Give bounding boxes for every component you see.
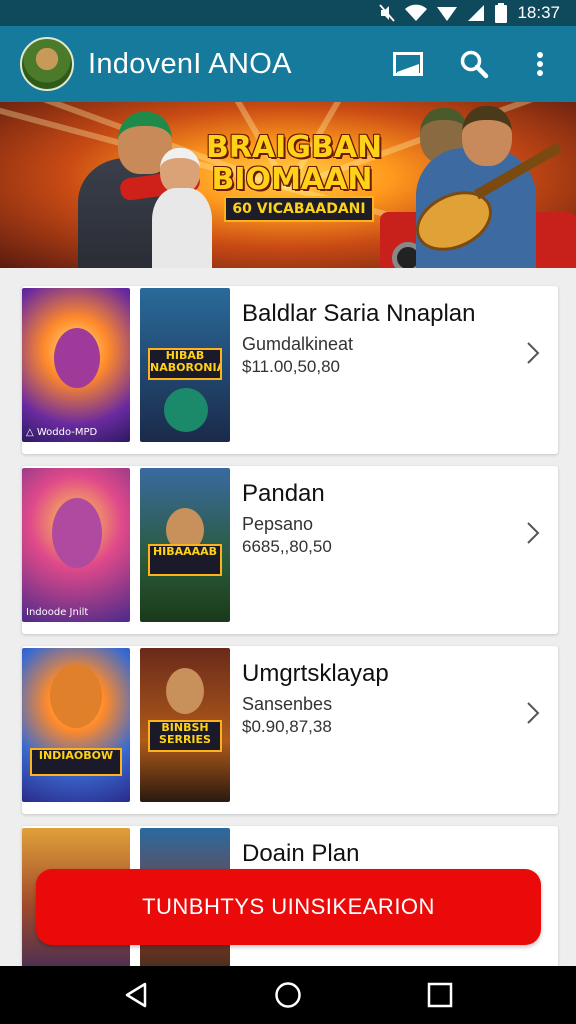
list-item[interactable]: △ Woddo-MPD HIBAB NABORONIA Baldlar Sari… xyxy=(22,286,558,454)
status-time: 18:37 xyxy=(517,3,560,22)
thumb-logo: HIBAAAAB xyxy=(148,544,222,576)
thumb-logo: INDIAOBOW xyxy=(30,748,122,776)
item-title: Umgrtsklayap xyxy=(242,660,389,687)
app-title: IndovenI ANOA xyxy=(88,47,292,80)
item-subtitle: Sansenbes xyxy=(242,694,333,714)
thumb-caption: Indoode Jnilt xyxy=(26,607,89,618)
item-thumbnail: BINBSH SERRIES xyxy=(140,648,230,802)
chevron-right-icon[interactable] xyxy=(520,520,546,546)
item-list: △ Woddo-MPD HIBAB NABORONIA Baldlar Sari… xyxy=(0,268,576,966)
item-title: Pandan xyxy=(242,480,325,507)
promo-banner[interactable]: BRAIGBAN BIOMAAN 60 VICABAADANI xyxy=(0,102,576,268)
signal-icon xyxy=(437,4,458,22)
item-thumbnail: Indoode Jnilt xyxy=(22,468,130,622)
more-vert-icon[interactable] xyxy=(518,42,562,86)
chevron-right-icon[interactable] xyxy=(520,340,546,366)
item-thumbnail: HIBAB NABORONIA xyxy=(140,288,230,442)
thumb-character xyxy=(166,668,204,714)
back-icon[interactable] xyxy=(112,971,160,1019)
recents-icon[interactable] xyxy=(416,971,464,1019)
avatar[interactable] xyxy=(20,37,74,91)
list-item[interactable]: INDIAOBOW BINBSH SERRIES Umgrtsklayap Sa… xyxy=(22,646,558,814)
home-icon[interactable] xyxy=(264,971,312,1019)
item-title: Baldlar Saria Nnaplan xyxy=(242,300,476,327)
item-title: Doain Plan xyxy=(242,840,360,867)
item-price: $0.90,87,38 xyxy=(242,717,332,736)
status-bar: 18:37 xyxy=(0,0,576,26)
mute-icon xyxy=(379,4,396,22)
banner-child-body xyxy=(152,188,212,268)
item-thumbnail: HIBAAAAB xyxy=(140,468,230,622)
item-subtitle: Gumdalkineat xyxy=(242,334,354,354)
chevron-right-icon[interactable] xyxy=(520,700,546,726)
item-price: 6685,,80,50 xyxy=(242,537,332,556)
signal-icon xyxy=(467,4,485,22)
thumb-caption: △ Woddo-MPD xyxy=(26,427,98,438)
navigation-bar xyxy=(0,966,576,1024)
item-thumbnail: INDIAOBOW xyxy=(22,648,130,802)
app-bar: IndovenI ANOA xyxy=(0,26,576,102)
search-icon[interactable] xyxy=(452,42,496,86)
thumb-logo: HIBAB NABORONIA xyxy=(148,348,222,380)
item-thumbnail: △ Woddo-MPD xyxy=(22,288,130,442)
banner-subtitle: 60 VICABAADANI xyxy=(224,196,374,222)
thumb-logo: BINBSH SERRIES xyxy=(148,720,222,752)
thumb-character xyxy=(164,388,208,432)
item-subtitle: Pepsano xyxy=(242,514,314,534)
banner-guitarist-head xyxy=(462,106,512,166)
thumb-character xyxy=(52,498,102,568)
primary-action-button[interactable]: TUNBHTYS UINSIKEARION xyxy=(36,869,541,945)
wifi-icon xyxy=(405,4,428,22)
thumb-character xyxy=(50,664,102,728)
thumb-character xyxy=(54,328,100,388)
battery-icon xyxy=(495,3,508,23)
banner-title: BRAIGBAN BIOMAAN xyxy=(206,130,383,197)
item-price: $11.00,50,80 xyxy=(242,357,340,376)
list-item[interactable]: Indoode Jnilt HIBAAAAB Pandan Pepsano 66… xyxy=(22,466,558,634)
cast-icon[interactable] xyxy=(386,42,430,86)
